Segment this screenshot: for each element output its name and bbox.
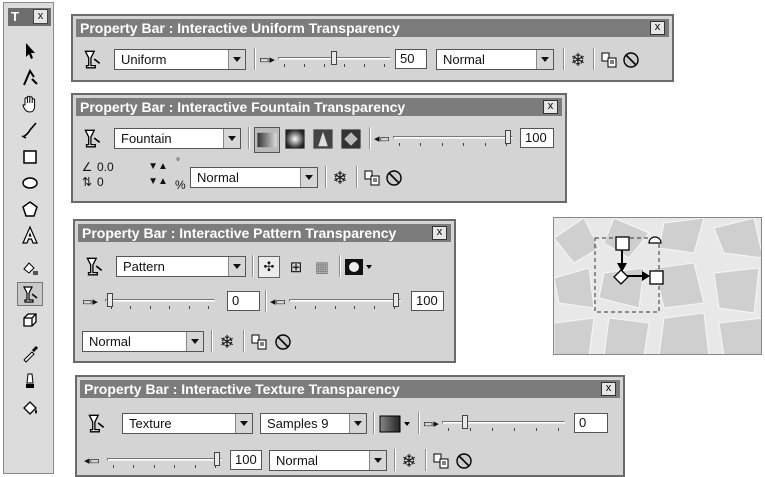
fountain-title: Property Bar : Interactive Fountain Tran…	[80, 99, 406, 115]
texture-transparency-bar: Property Bar : Interactive Texture Trans…	[75, 375, 625, 477]
freeze-icon[interactable]: ❄	[217, 332, 237, 352]
texture-start-value-field[interactable]: 0	[574, 413, 608, 433]
fountain-end-slider[interactable]	[393, 128, 513, 148]
edge-pad-icon: ⇅	[81, 175, 93, 189]
pick-tool-icon[interactable]	[17, 39, 43, 63]
freeze-icon[interactable]: ❄	[330, 168, 350, 188]
texture-picker-icon[interactable]	[379, 414, 413, 434]
transparency-mode-select[interactable]: Normal	[269, 450, 387, 471]
toolbox-title: T	[11, 9, 19, 24]
transparency-icon	[81, 127, 103, 149]
copy-properties-icon[interactable]	[431, 451, 451, 471]
texture-close-button[interactable]: x	[601, 382, 616, 396]
clear-transparency-icon[interactable]	[384, 168, 404, 188]
texture-end-value-field[interactable]: 100	[230, 450, 262, 470]
transparency-icon	[81, 48, 103, 70]
texture-end-slider[interactable]	[107, 450, 222, 470]
fountain-titlebar[interactable]: Property Bar : Interactive Fountain Tran…	[76, 98, 562, 116]
transparency-mode-select[interactable]: Normal	[190, 167, 318, 188]
toolbox-close-button[interactable]: x	[33, 9, 48, 24]
uniform-close-button[interactable]: x	[650, 21, 665, 35]
radial-fountain-icon[interactable]	[283, 127, 307, 151]
pattern-picker-icon[interactable]	[344, 257, 374, 277]
full-color-pattern-icon[interactable]: ⊞	[285, 256, 307, 278]
transparency-icon	[83, 255, 105, 277]
toolbox: T x	[3, 2, 54, 474]
pattern-title: Property Bar : Interactive Pattern Trans…	[82, 225, 397, 241]
uniform-title: Property Bar : Interactive Uniform Trans…	[80, 20, 400, 36]
toolbox-titlebar[interactable]: T x	[8, 8, 51, 26]
percent-symbol: %	[175, 178, 186, 192]
texture-start-slider[interactable]	[442, 413, 565, 433]
transparency-type-select[interactable]: Texture	[122, 413, 253, 434]
rectangle-tool-icon[interactable]	[17, 145, 43, 169]
uniform-transparency-bar: Property Bar : Interactive Uniform Trans…	[71, 14, 674, 82]
end-opacity-arrow-icon: ◂▭	[84, 454, 100, 467]
polygon-tool-icon[interactable]	[17, 197, 43, 221]
text-tool-icon[interactable]	[17, 223, 43, 247]
edge-pad-value[interactable]: 0	[97, 175, 104, 189]
transparency-mode-select[interactable]: Normal	[82, 331, 204, 352]
pattern-transparency-bar: Property Bar : Interactive Pattern Trans…	[73, 219, 456, 363]
transparency-type-select[interactable]: Uniform	[114, 49, 246, 70]
pattern-titlebar[interactable]: Property Bar : Interactive Pattern Trans…	[78, 224, 451, 242]
transparency-icon	[85, 412, 107, 434]
opacity-arrow-icon: ▭▸	[259, 53, 275, 66]
fountain-close-button[interactable]: x	[543, 100, 558, 114]
clear-transparency-icon[interactable]	[454, 451, 474, 471]
copy-properties-icon[interactable]	[599, 50, 619, 70]
angle-value[interactable]: 0.0	[97, 160, 114, 174]
pattern-start-value-field[interactable]: 0	[227, 291, 260, 311]
fill-tool-icon[interactable]	[17, 396, 43, 420]
extrude-tool-icon[interactable]	[17, 308, 43, 332]
opacity-slider[interactable]	[278, 49, 391, 69]
pattern-transparency-preview[interactable]	[553, 217, 762, 355]
clear-transparency-icon[interactable]	[621, 50, 641, 70]
hand-tool-icon[interactable]	[17, 92, 43, 116]
bitmap-pattern-icon[interactable]: ▦	[311, 256, 333, 278]
outline-tool-icon[interactable]	[17, 369, 43, 393]
eyedropper-tool-icon[interactable]	[17, 342, 43, 366]
shape-tool-icon[interactable]	[17, 65, 43, 89]
degree-symbol: °	[176, 157, 180, 168]
copy-properties-icon[interactable]	[249, 332, 269, 352]
texture-title: Property Bar : Interactive Texture Trans…	[84, 381, 400, 397]
pattern-preview-image	[554, 218, 761, 354]
uniform-titlebar[interactable]: Property Bar : Interactive Uniform Trans…	[76, 19, 669, 37]
ellipse-tool-icon[interactable]	[17, 171, 43, 195]
fountain-end-value-field[interactable]: 100	[520, 128, 554, 148]
pattern-end-value-field[interactable]: 100	[411, 291, 444, 311]
linear-fountain-icon[interactable]	[254, 127, 280, 153]
pattern-close-button[interactable]: x	[432, 226, 447, 240]
end-opacity-arrow-icon: ◂▭	[374, 132, 390, 145]
texture-library-select[interactable]: Samples 9	[260, 413, 367, 434]
opacity-value-field[interactable]: 50	[395, 49, 427, 69]
pattern-start-slider[interactable]	[105, 291, 215, 311]
angle-spinner[interactable]: ▼▲	[146, 160, 170, 172]
freehand-tool-icon[interactable]	[17, 118, 43, 142]
two-color-pattern-icon[interactable]: ✣	[258, 256, 280, 278]
edge-pad-spinner[interactable]: ▼▲	[146, 175, 170, 187]
start-opacity-arrow-icon: ▭▸	[423, 417, 439, 430]
square-fountain-icon[interactable]	[339, 127, 363, 151]
conical-fountain-icon[interactable]	[311, 127, 335, 151]
interactive-transparency-tool-icon[interactable]	[17, 282, 43, 306]
copy-properties-icon[interactable]	[362, 168, 382, 188]
end-opacity-arrow-icon: ◂▭	[270, 295, 286, 308]
freeze-icon[interactable]: ❄	[399, 451, 419, 471]
angle-icon: ∠	[81, 160, 93, 174]
start-opacity-arrow-icon: ▭▸	[82, 295, 98, 308]
transparency-mode-select[interactable]: Normal	[436, 49, 554, 70]
texture-titlebar[interactable]: Property Bar : Interactive Texture Trans…	[80, 380, 620, 398]
clear-transparency-icon[interactable]	[273, 332, 293, 352]
interactive-fill-tool-icon[interactable]	[17, 255, 43, 279]
freeze-icon[interactable]: ❄	[568, 50, 588, 70]
fountain-transparency-bar: Property Bar : Interactive Fountain Tran…	[71, 93, 567, 203]
transparency-type-select[interactable]: Fountain	[114, 128, 241, 149]
transparency-type-select[interactable]: Pattern	[116, 256, 246, 277]
pattern-end-slider[interactable]	[289, 291, 401, 311]
